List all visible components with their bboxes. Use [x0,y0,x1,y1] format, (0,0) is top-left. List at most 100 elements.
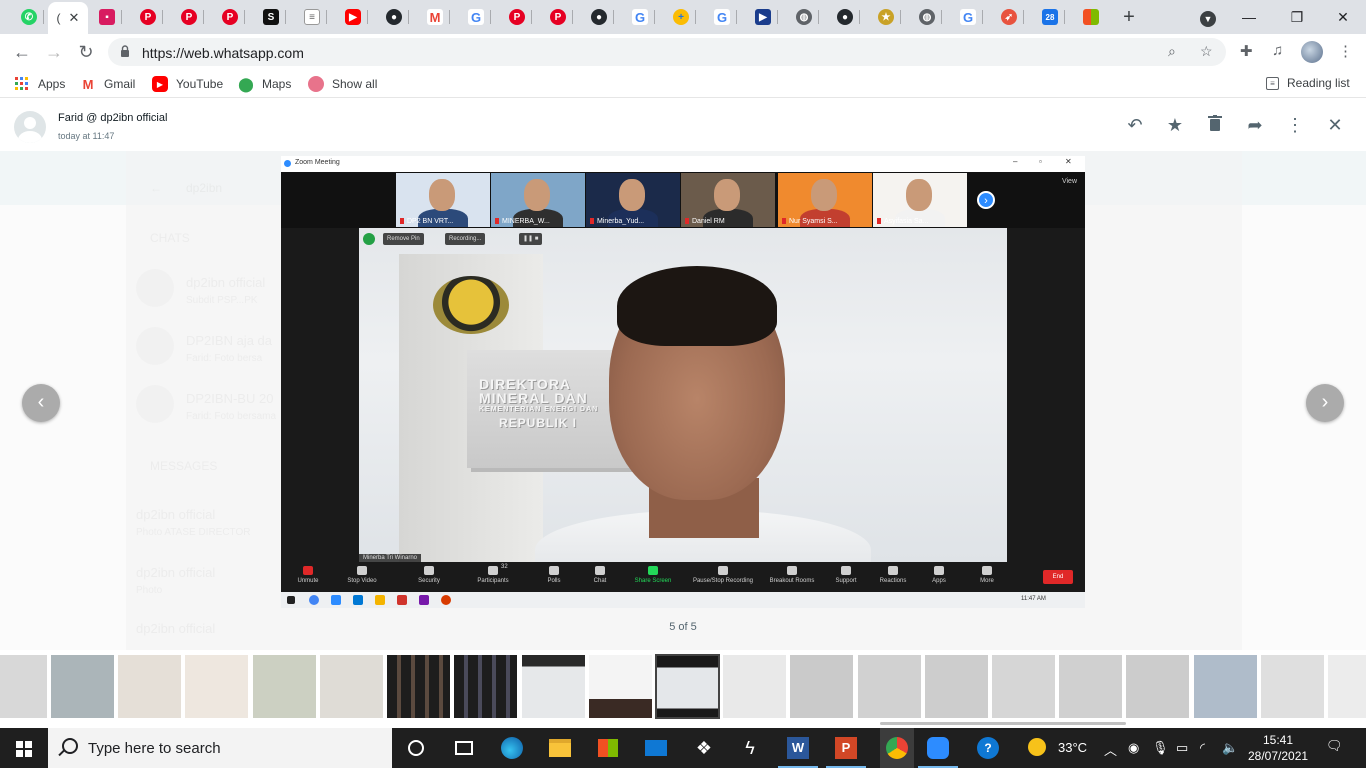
media-thumbnail[interactable] [723,655,786,718]
minimize-button[interactable]: — [1226,4,1272,30]
taskbar-app[interactable]: ϟ [738,736,762,760]
camera-tray-icon[interactable]: ◉ [1128,740,1139,756]
show-hidden-icons[interactable]: ︿ [1104,740,1117,759]
tab-pinterest-5[interactable]: P [543,4,573,30]
tab-github-3[interactable]: ● [830,4,860,30]
reading-list-button[interactable]: ≡ Reading list [1266,76,1350,90]
taskbar-zoom[interactable] [918,736,958,768]
taskbar-store[interactable] [596,736,620,760]
reload-button[interactable]: ↻ [74,40,98,64]
tab-google-2[interactable]: G [625,4,655,30]
taskbar-word[interactable]: W [778,736,818,768]
media-thumbnail[interactable] [185,655,248,718]
media-thumbnail[interactable] [992,655,1055,718]
bookmark-maps[interactable]: ⬤ Maps [238,76,291,92]
tab-contacts[interactable]: ▪ [92,4,122,30]
extensions-icon[interactable]: ✚ [1240,42,1253,60]
tab-google-1[interactable]: G [461,4,491,30]
tab-scribd[interactable]: S [256,4,286,30]
media-thumbnail[interactable] [387,655,450,718]
back-button[interactable]: ← [10,40,34,64]
new-tab-button[interactable]: + [1118,6,1140,28]
start-button[interactable] [0,728,48,768]
taskbar-help[interactable]: ? [976,736,1000,760]
tab-note[interactable]: ≡ [297,4,327,30]
media-thumbnail[interactable] [790,655,853,718]
forward-button[interactable]: → [42,40,66,64]
media-thumbnail[interactable] [253,655,316,718]
taskbar-powerpoint[interactable]: P [826,736,866,768]
tab-active-whatsapp[interactable]: ( ✕ [48,2,88,34]
media-thumbnail[interactable] [0,655,47,718]
taskbar-search[interactable]: Type here to search [48,728,392,768]
taskbar-edge[interactable] [500,736,524,760]
media-thumbnail-current[interactable] [655,654,720,719]
close-viewer-button[interactable]: ✕ [1323,113,1347,137]
thumbnail-scrollbar[interactable] [880,722,1126,725]
zoom-lens-icon[interactable]: ⌕ [1168,43,1176,60]
tab-pinterest-3[interactable]: P [215,4,245,30]
tab-pinterest-4[interactable]: P [502,4,532,30]
media-thumbnail[interactable] [51,655,114,718]
restore-button[interactable]: ❐ [1274,4,1320,30]
notifications-icon[interactable]: 🗨 [1326,738,1343,754]
tab-globe-2[interactable]: ◍ [912,4,942,30]
battery-icon[interactable]: ▭ [1176,740,1188,756]
previous-media-button[interactable]: ‹ [22,384,60,422]
bookmark-star-icon[interactable]: ☆ [1200,43,1213,60]
taskbar-mail[interactable] [644,736,668,760]
menu-button[interactable]: ⋮ [1283,113,1307,137]
tab-microsoft[interactable] [1076,4,1106,30]
tab-flag[interactable]: ▶ [748,4,778,30]
close-tab-icon[interactable]: ✕ [69,10,80,26]
tab-github-2[interactable]: ● [584,4,614,30]
tab-globe-1[interactable]: ◍ [789,4,819,30]
taskbar-chrome[interactable] [880,728,914,768]
tab-google-4[interactable]: G [953,4,983,30]
forward-button[interactable]: ➦ [1243,113,1267,137]
media-thumbnail[interactable] [1126,655,1189,718]
media-thumbnail[interactable] [118,655,181,718]
kebab-menu-icon[interactable]: ⋮ [1338,42,1353,60]
tab-pinterest-2[interactable]: P [174,4,204,30]
media-thumbnail[interactable] [454,655,517,718]
bookmark-gmail[interactable]: M Gmail [80,76,136,92]
sender-avatar[interactable] [14,111,46,143]
wifi-icon[interactable]: ◜ [1200,740,1205,756]
media-thumbnail[interactable] [320,655,383,718]
media-thumbnail[interactable] [925,655,988,718]
cortana-button[interactable] [404,736,428,760]
tab-gmail[interactable]: M [420,4,450,30]
tab-rocket[interactable]: ➶ [994,4,1024,30]
address-bar[interactable]: https://web.whatsapp.com ⌕ ☆ [108,38,1226,66]
tab-lens[interactable]: + [666,4,696,30]
media-thumbnail[interactable] [858,655,921,718]
taskbar-file-explorer[interactable] [548,736,572,760]
media-thumbnail[interactable] [1261,655,1324,718]
bookmark-youtube[interactable]: ▶ YouTube [152,76,223,92]
star-button[interactable]: ★ [1163,113,1187,137]
tab-search-button[interactable]: ▼ [1185,4,1231,30]
reply-button[interactable]: ↶ [1123,113,1147,137]
close-window-button[interactable]: ✕ [1320,4,1366,30]
media-control-icon[interactable]: ♫ [1272,42,1283,59]
taskbar-dropbox[interactable]: ❖ [692,736,716,760]
next-media-button[interactable]: › [1306,384,1344,422]
media-thumbnail[interactable] [1328,655,1366,718]
volume-icon[interactable]: 🔈 [1222,740,1238,756]
media-thumbnail[interactable] [589,655,652,718]
bookmark-apps[interactable]: Apps [14,76,65,92]
tab-whatsapp[interactable]: ✆ [14,4,44,30]
tab-youtube[interactable]: ▶ [338,4,368,30]
media-thumbnail[interactable] [1059,655,1122,718]
task-view-button[interactable] [452,736,476,760]
tab-calendar[interactable]: 28 [1035,4,1065,30]
tab-pinterest-1[interactable]: P [133,4,163,30]
media-thumbnail[interactable] [1194,655,1257,718]
profile-avatar[interactable] [1301,41,1323,63]
microphone-icon[interactable]: 🎙 [1152,740,1169,756]
tab-emblem[interactable]: ★ [871,4,901,30]
bookmark-show-all[interactable]: Show all [308,76,377,92]
media-thumbnail[interactable] [522,655,585,718]
weather-sun-icon[interactable] [1028,738,1046,756]
